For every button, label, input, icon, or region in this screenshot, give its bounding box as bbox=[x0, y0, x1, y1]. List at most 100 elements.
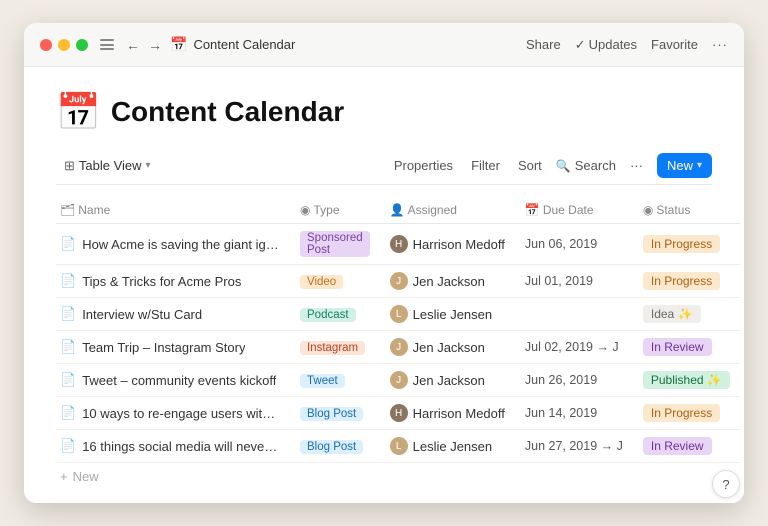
cell-due-date: Jun 14, 2019 bbox=[515, 397, 633, 430]
col-status: ◉Status bbox=[633, 197, 740, 224]
avatar: J bbox=[390, 272, 408, 290]
col-name: 🗂Name bbox=[56, 197, 290, 224]
cell-assigned: J Jen Jackson bbox=[380, 331, 515, 364]
new-button[interactable]: New ▾ bbox=[657, 153, 712, 178]
status-badge: In Review bbox=[643, 338, 712, 356]
doc-icon: 📄 bbox=[60, 236, 76, 252]
avatar: L bbox=[390, 305, 408, 323]
cell-status: In Progress bbox=[633, 397, 740, 430]
cell-type: Blog Post bbox=[290, 430, 380, 463]
view-selector[interactable]: ⊞ Table View ▾ bbox=[56, 154, 159, 178]
filter-button[interactable]: Filter bbox=[467, 154, 504, 177]
new-row-button[interactable]: + New bbox=[56, 463, 712, 490]
toolbar-left: ⊞ Table View ▾ bbox=[56, 154, 390, 178]
back-icon[interactable]: ← bbox=[126, 37, 140, 53]
cell-type: Instagram bbox=[290, 331, 380, 364]
cell-status: In Progress bbox=[633, 265, 740, 298]
cell-due-date bbox=[515, 298, 633, 331]
status-badge: In Review bbox=[643, 437, 712, 455]
cell-due-date: Jun 27, 2019 → J bbox=[515, 430, 633, 463]
cell-due-date: Jul 01, 2019 bbox=[515, 265, 633, 298]
status-badge: In Progress bbox=[643, 404, 720, 422]
count-value: 7 bbox=[405, 502, 412, 503]
favorite-button[interactable]: Favorite bbox=[651, 37, 698, 52]
row-name: Team Trip – Instagram Story bbox=[82, 340, 245, 355]
status-badge: In Progress bbox=[643, 272, 720, 290]
col-due-date: 📅Due Date bbox=[515, 197, 633, 224]
cell-type: Tweet bbox=[290, 364, 380, 397]
search-label: Search bbox=[575, 158, 616, 173]
cell-type: Sponsored Post bbox=[290, 224, 380, 265]
app-window: ← → 📅 Content Calendar Share ✓ Updates F… bbox=[24, 23, 744, 503]
cell-assigned: L Leslie Jensen bbox=[380, 430, 515, 463]
table-row[interactable]: 📄 Interview w/Stu Card Podcast L Leslie … bbox=[56, 298, 740, 331]
dropdown-arrow-icon: ▾ bbox=[697, 160, 702, 171]
cell-due-date: Jun 26, 2019 bbox=[515, 364, 633, 397]
count-label: COUNT bbox=[356, 502, 400, 503]
type-badge: Instagram bbox=[300, 341, 365, 355]
forward-icon[interactable]: → bbox=[148, 37, 162, 53]
chevron-down-icon: ▾ bbox=[146, 160, 151, 171]
col-assigned: 👤Assigned bbox=[380, 197, 515, 224]
search-area[interactable]: 🔍 Search bbox=[556, 158, 616, 173]
assigned-name: Leslie Jensen bbox=[413, 307, 493, 322]
properties-button[interactable]: Properties bbox=[390, 154, 457, 177]
toolbar-more-button[interactable]: ··· bbox=[626, 154, 647, 177]
cell-status: Published ✨ bbox=[633, 364, 740, 397]
row-name: 16 things social media will never be a bbox=[82, 439, 280, 454]
sort-button[interactable]: Sort bbox=[514, 154, 546, 177]
cell-assigned: H Harrison Medoff bbox=[380, 224, 515, 265]
assigned-name: Jen Jackson bbox=[413, 373, 485, 388]
hamburger-icon[interactable] bbox=[100, 39, 114, 50]
close-button[interactable] bbox=[40, 39, 52, 51]
new-button-label: New bbox=[667, 158, 693, 173]
type-badge: Video bbox=[300, 275, 343, 289]
content-table: 🗂Name ◉Type 👤Assigned 📅Due Date ◉Status … bbox=[56, 197, 740, 463]
row-name: How Acme is saving the giant iguana bbox=[82, 237, 280, 252]
page-header-icon: 📅 bbox=[56, 91, 101, 133]
table-header-row: 🗂Name ◉Type 👤Assigned 📅Due Date ◉Status bbox=[56, 197, 740, 224]
table-row[interactable]: 📄 10 ways to re-engage users with drip B… bbox=[56, 397, 740, 430]
share-button[interactable]: Share bbox=[526, 37, 561, 52]
cell-assigned: J Jen Jackson bbox=[380, 265, 515, 298]
count-row: COUNT 7 bbox=[56, 490, 712, 503]
status-badge: Published ✨ bbox=[643, 371, 730, 389]
table-row[interactable]: 📄 Tweet – community events kickoff Tweet… bbox=[56, 364, 740, 397]
titlebar: ← → 📅 Content Calendar Share ✓ Updates F… bbox=[24, 23, 744, 67]
cell-name: 📄 How Acme is saving the giant iguana bbox=[56, 224, 290, 265]
table-row[interactable]: 📄 Tips & Tricks for Acme Pros Video J Je… bbox=[56, 265, 740, 298]
avatar: J bbox=[390, 338, 408, 356]
cell-type: Podcast bbox=[290, 298, 380, 331]
table-row[interactable]: 📄 16 things social media will never be a… bbox=[56, 430, 740, 463]
cell-name: 📄 10 ways to re-engage users with drip bbox=[56, 397, 290, 430]
more-button[interactable]: ··· bbox=[712, 37, 728, 52]
cell-name: 📄 Tweet – community events kickoff bbox=[56, 364, 290, 397]
updates-button[interactable]: ✓ Updates bbox=[575, 37, 637, 53]
view-label: Table View bbox=[79, 158, 142, 173]
nav-controls: ← → bbox=[100, 37, 162, 53]
row-name: Tweet – community events kickoff bbox=[82, 373, 276, 388]
col-type: ◉Type bbox=[290, 197, 380, 224]
cell-assigned: J Jen Jackson bbox=[380, 364, 515, 397]
table-row[interactable]: 📄 Team Trip – Instagram Story Instagram … bbox=[56, 331, 740, 364]
cell-due-date: Jun 06, 2019 bbox=[515, 224, 633, 265]
help-button[interactable]: ? bbox=[712, 470, 740, 498]
page-header: 📅 Content Calendar bbox=[56, 91, 712, 133]
minimize-button[interactable] bbox=[58, 39, 70, 51]
page-content: 📅 Content Calendar ⊞ Table View ▾ Proper… bbox=[24, 67, 744, 503]
titlebar-actions: Share ✓ Updates Favorite ··· bbox=[526, 37, 728, 53]
table-icon: ⊞ bbox=[64, 158, 75, 174]
cell-status: In Review bbox=[633, 430, 740, 463]
table-row[interactable]: 📄 How Acme is saving the giant iguana Sp… bbox=[56, 224, 740, 265]
cell-type: Blog Post bbox=[290, 397, 380, 430]
doc-icon: 📄 bbox=[60, 273, 76, 289]
maximize-button[interactable] bbox=[76, 39, 88, 51]
cell-name: 📄 16 things social media will never be a bbox=[56, 430, 290, 463]
avatar: H bbox=[390, 404, 408, 422]
avatar: L bbox=[390, 437, 408, 455]
doc-icon: 📄 bbox=[60, 438, 76, 454]
assigned-name: Jen Jackson bbox=[413, 340, 485, 355]
cell-status: In Progress bbox=[633, 224, 740, 265]
assigned-name: Leslie Jensen bbox=[413, 439, 493, 454]
calendar-icon: 📅 bbox=[170, 36, 187, 53]
